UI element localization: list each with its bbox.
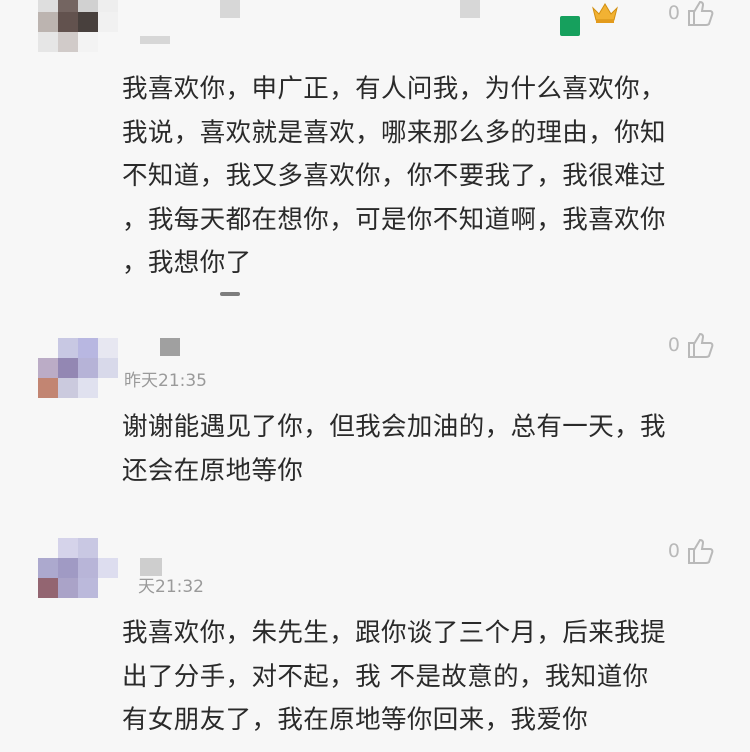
thumbs-up-icon [688, 0, 714, 26]
like-count: 0 [667, 2, 680, 24]
comment-text: 谢谢能遇见了你，但我会加油的，总有一天，我 还会在原地等你 [122, 412, 666, 486]
avatar[interactable] [38, 338, 118, 398]
avatar[interactable] [38, 0, 118, 52]
username-blurred [460, 0, 480, 18]
comment-text: 我喜欢你，申广正，有人问我，为什么喜欢你， 我说，喜欢就是喜欢，哪来那么多的理由… [122, 74, 666, 278]
avatar[interactable] [38, 538, 118, 598]
comment-item-1: 0 我喜欢你，申广正，有人问我，为什么喜欢你， 我说，喜欢就是喜欢，哪来那么多的… [0, 0, 750, 320]
username-blurred [160, 338, 180, 356]
comment-text: 我喜欢你，朱先生，跟你谈了三个月，后来我提 出了分手，对不起，我 不是故意的，我… [122, 618, 666, 735]
username-blurred [140, 36, 170, 44]
comment-item-2: 昨天21:35 0 谢谢能遇见了你，但我会加油的，总有一天，我 还会在原地等你 [0, 330, 750, 520]
text-fragment [220, 292, 240, 296]
level-badge-icon [560, 16, 580, 36]
timestamp: 天21:32 [138, 577, 204, 597]
username-blurred [220, 0, 240, 18]
comment-item-3: 天21:32 0 我喜欢你，朱先生，跟你谈了三个月，后来我提 出了分手，对不起，… [0, 532, 750, 752]
like-count: 0 [667, 334, 680, 356]
like-button[interactable]: 0 [668, 0, 716, 28]
thumbs-up-icon [688, 538, 714, 564]
timestamp: 昨天21:35 [124, 371, 207, 391]
like-button[interactable]: 0 [668, 330, 716, 360]
thumbs-up-icon [688, 332, 714, 358]
like-button[interactable]: 0 [668, 536, 716, 566]
like-count: 0 [667, 540, 680, 562]
crown-icon [592, 3, 618, 23]
